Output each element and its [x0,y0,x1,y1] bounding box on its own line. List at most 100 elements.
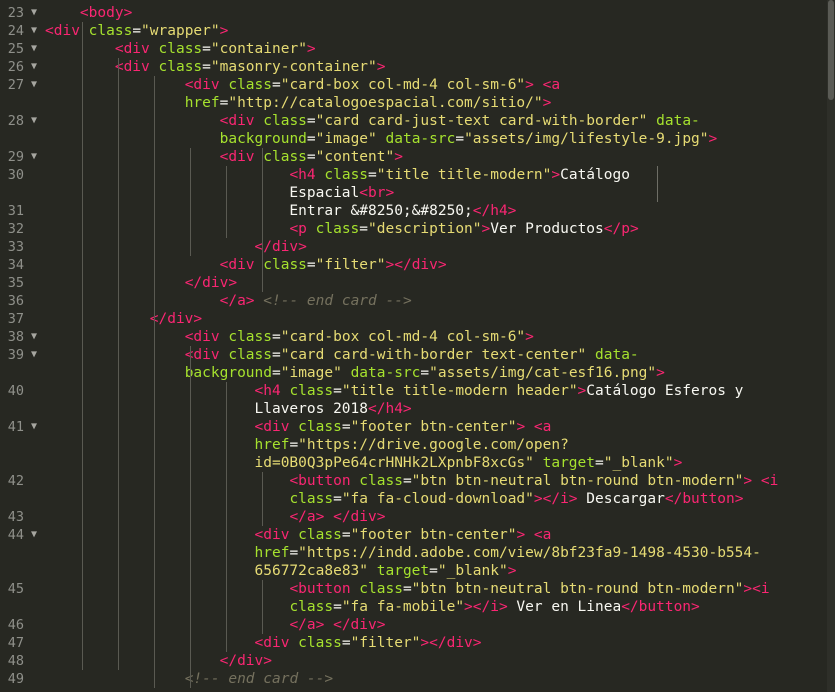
code-line[interactable]: </a> <!-- end card --> [45,292,412,310]
code-line[interactable]: <div class="wrapper"> [45,22,228,40]
code-line[interactable]: href="https://indd.adobe.com/view/8bf23f… [45,544,761,562]
fold-arrow-icon[interactable]: ▼ [28,4,40,22]
code-line[interactable]: <h4 class="title title-modern">Catálogo [45,166,630,184]
code-line[interactable]: Entrar &#8250;&#8250;</h4> [45,202,516,220]
code-area[interactable]: <body> <div class="wrapper"> <div class="… [45,0,825,692]
code-token: "filter" [315,257,386,273]
code-line[interactable]: </a> </div> [45,616,385,634]
fold-arrow-icon[interactable]: ▼ [28,58,40,76]
code-line[interactable]: <div class="card-box col-md-4 col-sm-6">… [45,76,560,94]
code-line[interactable]: <button class="btn btn-neutral btn-round… [45,472,778,490]
code-token: > [306,41,316,57]
code-token: "container" [210,41,307,57]
line-number: 32 [7,221,24,237]
fold-arrow-icon[interactable]: ▼ [28,76,40,94]
line-number: 35 [7,275,24,291]
code-token: class [88,23,133,39]
vertical-scrollbar[interactable] [827,0,835,692]
code-token: class [263,113,307,129]
line-number: 48 [7,653,24,669]
line-number [0,562,24,580]
code-token: <div [45,23,80,39]
code-token: 656772ca8e83" [254,563,369,579]
code-line[interactable]: </div> [45,310,202,328]
code-token: id=0B0Q3pPe64crHNHk2LXpnbF8xcGs" [254,455,534,471]
code-line[interactable]: <div class="footer btn-center"> <a [45,526,552,544]
code-line[interactable]: id=0B0Q3pPe64crHNHk2LXpnbF8xcGs" target=… [45,454,683,472]
code-token: <h4 [254,383,281,399]
code-line[interactable]: class="fa fa-mobile"></i> Ver en Linea</… [45,598,699,616]
code-line[interactable]: background="image" data-src="assets/img/… [45,130,718,148]
code-line[interactable]: href="https://drive.google.com/open? [45,436,569,454]
scrollbar-thumb[interactable] [828,0,834,100]
code-line[interactable]: <div class="card card-just-text card-wit… [45,112,700,130]
line-number [0,184,24,202]
indent-guide [262,472,263,526]
code-token: = [306,257,316,273]
code-line[interactable]: href="http://catalogoespacial.com/sitio/… [45,94,552,112]
code-token: > [551,167,561,183]
code-token: </a> [289,509,325,525]
code-line[interactable]: <div class="container"> [45,40,316,58]
line-number: 29 [7,149,24,165]
code-line[interactable]: <p class="description">Ver Productos</p> [45,220,638,238]
code-token: class [324,167,369,183]
code-line[interactable]: background="image" data-src="assets/img/… [45,364,665,382]
indent-guide [226,166,227,238]
code-line[interactable]: <div class="card card-with-border text-c… [45,346,639,364]
code-line[interactable]: class="fa fa-cloud-download"></i> Descar… [45,490,743,508]
fold-arrow-icon[interactable]: ▼ [28,418,40,436]
code-line[interactable]: <body> [45,4,132,22]
code-token: Llaveros 2018 [45,401,369,417]
code-token: > [516,527,526,543]
code-line[interactable]: </div> [45,274,237,292]
code-token: > [376,59,386,75]
fold-arrow-icon[interactable]: ▼ [28,148,40,166]
code-line[interactable]: <div class="content"> [45,148,403,166]
code-token: > [507,563,517,579]
code-token: ></div> [420,635,482,651]
code-token: "image" [280,365,342,381]
fold-arrow-icon[interactable]: ▼ [28,328,40,346]
line-number: 38 [7,329,24,345]
code-line[interactable]: </div> [45,238,307,256]
fold-arrow-icon[interactable]: ▼ [28,40,40,58]
code-token: = [202,41,211,57]
code-line[interactable]: </div> [45,652,272,670]
code-token: > [525,77,534,93]
code-line[interactable]: Espacial<br> [45,184,394,202]
fold-arrow-icon[interactable]: ▼ [28,346,40,364]
fold-arrow-icon[interactable]: ▼ [28,22,40,40]
code-line[interactable]: 656772ca8e83" target="_blank"> [45,562,517,580]
code-token: "wrapper" [141,23,220,39]
code-token: Descargar [577,491,665,507]
code-line[interactable]: <div class="filter"></div> [45,256,447,274]
code-token: Ver Productos [490,221,604,237]
code-token: class [158,41,203,57]
code-token: "image" [315,131,377,147]
code-token: = [132,23,142,39]
fold-arrow-icon[interactable]: ▼ [28,112,40,130]
code-line[interactable]: <div class="footer btn-center"> <a [45,418,552,436]
code-line[interactable]: <div class="masonry-container"> [45,58,386,76]
code-line[interactable]: Llaveros 2018</h4> [45,400,412,418]
code-editor[interactable]: 23 ▼ 24 ▼ 25 ▼ 26 ▼ 27 ▼ 28 ▼ 29 ▼ 30 31 32 33 34 35 36 37 38 ▼… [0,0,835,692]
code-token: </a> [219,293,255,309]
code-line[interactable]: <h4 class="title title-modern header">Ca… [45,382,744,400]
code-token: Ver en Linea [507,599,622,615]
code-line[interactable]: <div class="filter"></div> [45,634,482,652]
code-token: <div [219,257,255,273]
line-number: 30 [7,167,24,183]
fold-arrow-icon[interactable]: ▼ [28,526,40,544]
code-line[interactable]: </a> </div> [45,508,385,526]
code-token: class [298,635,342,651]
line-number: 36 [7,293,24,309]
